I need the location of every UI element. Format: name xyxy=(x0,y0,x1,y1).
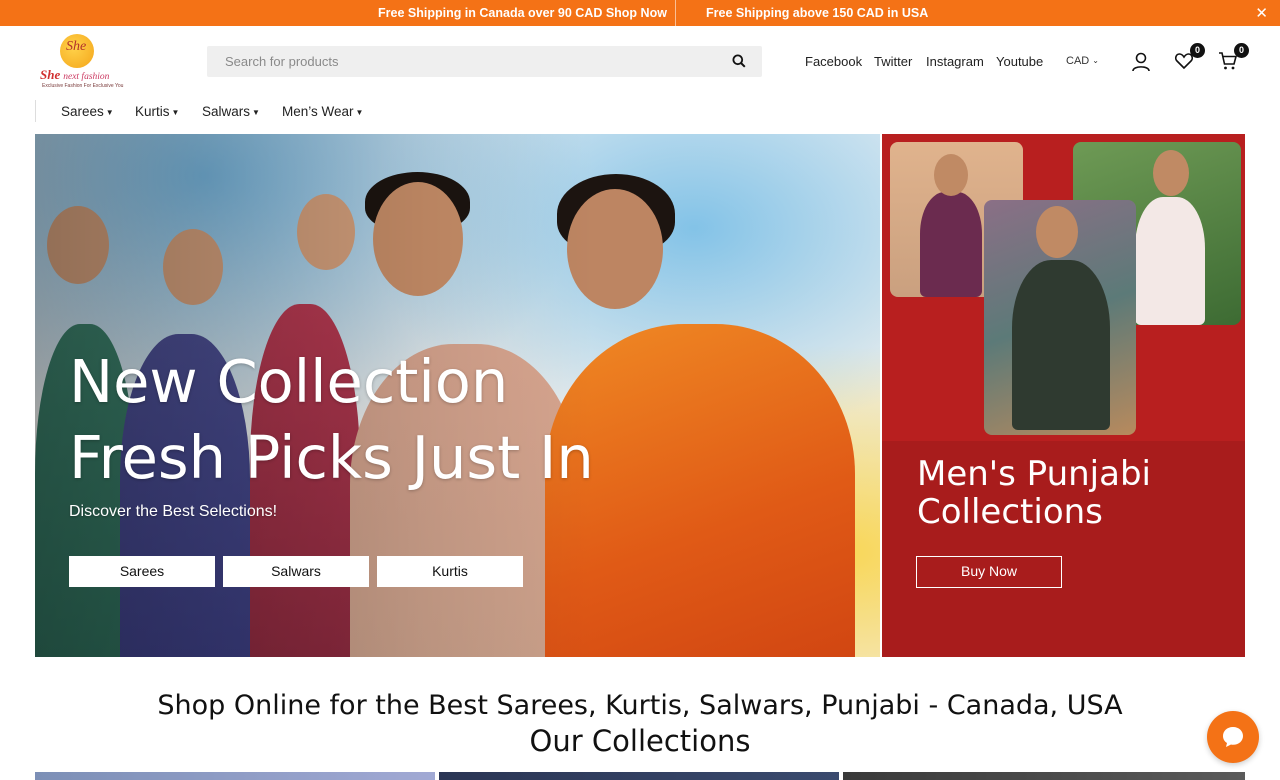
twitter-link[interactable]: Twitter xyxy=(874,54,912,69)
nav-item-sarees[interactable]: Sarees ▼ xyxy=(61,104,114,119)
model-figure xyxy=(1135,197,1205,325)
model-figure xyxy=(920,192,982,297)
nav-divider xyxy=(35,100,36,122)
search-input[interactable] xyxy=(207,46,717,77)
nav-item-salwars[interactable]: Salwars ▼ xyxy=(202,104,260,119)
promo-message-usa: Free Shipping above 150 CAD in USA xyxy=(706,6,929,20)
logo-brand-rest: next fashion xyxy=(63,72,110,82)
youtube-link[interactable]: Youtube xyxy=(996,54,1043,69)
nav-item-mens-wear[interactable]: Men’s Wear ▼ xyxy=(282,104,363,119)
wishlist-count-badge: 0 xyxy=(1190,43,1205,58)
chevron-down-icon: ▼ xyxy=(105,108,114,117)
collection-tile[interactable] xyxy=(843,772,1245,780)
promo-message-canada[interactable]: Free Shipping in Canada over 90 CAD Shop… xyxy=(378,6,667,20)
user-icon[interactable] xyxy=(1130,51,1152,73)
model-figure xyxy=(1012,260,1110,430)
chevron-down-icon: ▼ xyxy=(171,108,180,117)
logo-emblem-text: She xyxy=(66,39,87,54)
chat-icon xyxy=(1223,727,1243,747)
hero-title-line2: Fresh Picks Just In xyxy=(69,423,594,492)
section-subheading: Our Collections xyxy=(529,724,751,758)
logo-brand-she: She xyxy=(40,67,61,82)
collection-tile[interactable] xyxy=(439,772,839,780)
model-head xyxy=(1153,150,1189,196)
cart-button[interactable]: 0 xyxy=(1218,43,1249,73)
cart-count-badge: 0 xyxy=(1234,43,1249,58)
collection-tile[interactable] xyxy=(35,772,435,780)
model-head xyxy=(934,154,968,196)
chevron-down-icon: ⌄ xyxy=(1092,56,1099,65)
search-icon[interactable] xyxy=(732,54,748,70)
hero-salwars-button[interactable]: Salwars xyxy=(223,556,369,587)
promo-bar: Free Shipping in Canada over 90 CAD Shop… xyxy=(0,0,1280,26)
buy-now-button[interactable]: Buy Now xyxy=(916,556,1062,588)
mens-punjabi-banner[interactable]: Men's Punjabi Collections Buy Now xyxy=(882,134,1245,657)
close-icon[interactable]: ✕ xyxy=(1255,4,1268,22)
side-banner-title-line1: Men's Punjabi xyxy=(917,454,1151,494)
logo-tagline: Exclusive Fashion For Exclusive You xyxy=(42,83,124,89)
model-head xyxy=(1036,206,1078,258)
section-heading: Shop Online for the Best Sarees, Kurtis,… xyxy=(157,690,1123,721)
hero-kurtis-button[interactable]: Kurtis xyxy=(377,556,523,587)
hero-banner[interactable]: New Collection Fresh Picks Just In Disco… xyxy=(35,134,880,657)
search-bar xyxy=(207,46,762,77)
nav-item-label: Salwars xyxy=(202,104,251,119)
instagram-link[interactable]: Instagram xyxy=(926,54,984,69)
hero-subtitle: Discover the Best Selections! xyxy=(69,503,278,520)
model-photo xyxy=(984,200,1136,435)
facebook-link[interactable]: Facebook xyxy=(805,54,862,69)
currency-value: CAD xyxy=(1066,55,1090,67)
promo-divider xyxy=(675,0,676,26)
side-banner-title-line2: Collections xyxy=(917,492,1103,532)
hero-sarees-button[interactable]: Sarees xyxy=(69,556,215,587)
nav-item-label: Sarees xyxy=(61,104,104,119)
hero-title-line1: New Collection xyxy=(69,347,509,416)
logo-brand: She next fashion xyxy=(40,67,109,83)
wishlist-button[interactable]: 0 xyxy=(1174,43,1205,73)
currency-selector[interactable]: CAD ⌄ xyxy=(1066,55,1099,67)
chat-button[interactable] xyxy=(1207,711,1259,763)
chevron-down-icon: ▼ xyxy=(252,108,260,117)
nav-item-label: Kurtis xyxy=(135,104,170,119)
chevron-down-icon: ▼ xyxy=(355,108,364,117)
nav-item-kurtis[interactable]: Kurtis ▼ xyxy=(135,104,179,119)
nav-item-label: Men’s Wear xyxy=(282,104,354,119)
site-logo[interactable]: She She next fashion Exclusive Fashion F… xyxy=(38,34,124,90)
